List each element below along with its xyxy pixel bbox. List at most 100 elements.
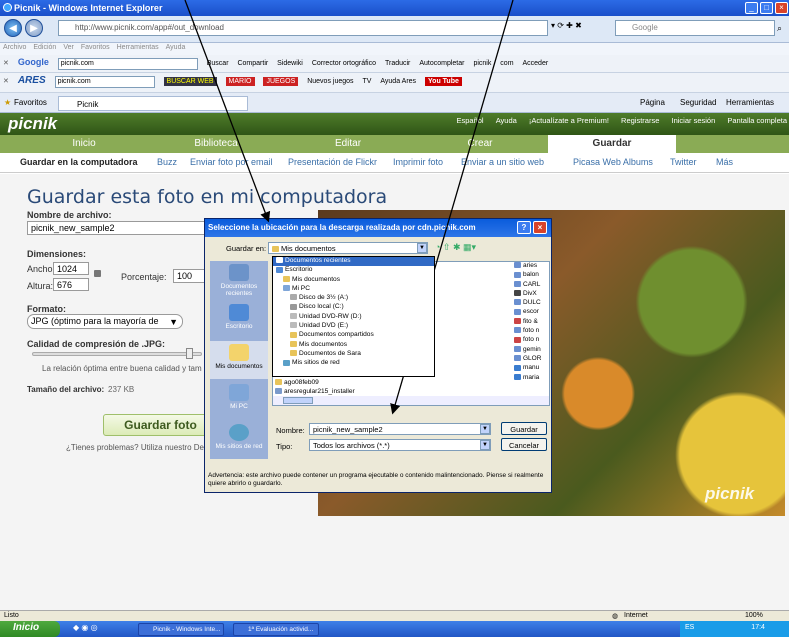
dropdown-item[interactable]: Documentos de Sara: [273, 350, 434, 359]
subtab-twitter[interactable]: Twitter: [670, 157, 697, 167]
ares-juegos[interactable]: JUEGOS: [263, 77, 299, 86]
tab-inicio[interactable]: Inicio: [20, 135, 148, 153]
dialog-save-button[interactable]: Guardar: [501, 422, 547, 435]
file-item[interactable]: DivX: [514, 290, 548, 299]
file-item[interactable]: manu: [514, 364, 548, 373]
menu-favoritos[interactable]: Favoritos: [81, 44, 110, 51]
google-acceder[interactable]: Acceder: [522, 56, 548, 67]
google-sidewiki[interactable]: Sidewiki: [277, 56, 303, 67]
youtube-button[interactable]: You Tube: [425, 77, 462, 86]
help-button[interactable]: ?: [517, 221, 531, 234]
minimize-button[interactable]: _: [745, 2, 758, 14]
file-item[interactable]: DULC: [514, 299, 548, 308]
dropdown-item[interactable]: Mis documentos: [273, 276, 434, 285]
place-mydocs[interactable]: Mis documentos: [210, 341, 268, 379]
file-item[interactable]: balon: [514, 271, 548, 280]
subtab-mas[interactable]: Más: [716, 157, 733, 167]
link-registrarse[interactable]: Registrarse: [621, 116, 659, 125]
ares-tv[interactable]: TV: [362, 74, 371, 85]
link-espanol[interactable]: Español: [456, 116, 483, 125]
dropdown-item[interactable]: Documentos recientes: [273, 257, 434, 267]
save-in-select[interactable]: Mis documentos: [268, 242, 428, 254]
place-desktop[interactable]: Escritorio: [210, 301, 268, 339]
dropdown-item[interactable]: Mi PC: [273, 285, 434, 294]
subtab-picasa[interactable]: Picasa Web Albums: [573, 157, 653, 167]
ares-search-input[interactable]: picnik.com: [54, 76, 155, 88]
name-input[interactable]: picnik_new_sample2: [309, 423, 491, 435]
subtab-email[interactable]: Enviar foto por email: [190, 157, 273, 167]
dropdown-item[interactable]: Escritorio: [273, 266, 434, 275]
lock-icon[interactable]: [94, 270, 101, 277]
horizontal-scrollbar[interactable]: [273, 396, 549, 405]
url-input[interactable]: http://www.picnik.com/app#/out_download: [58, 20, 548, 36]
menu-archivo[interactable]: Archivo: [3, 44, 26, 51]
maximize-button[interactable]: □: [760, 2, 773, 14]
scrollbar-thumb[interactable]: [283, 397, 313, 404]
dropdown-item[interactable]: Disco local (C:): [273, 303, 434, 312]
type-select[interactable]: Todos los archivos (*.*): [309, 439, 491, 451]
close-button[interactable]: ×: [775, 2, 788, 14]
place-network[interactable]: Mis sitios de red: [210, 421, 268, 459]
nav-toolbar-icons[interactable]: ◔ ⇧ ✱ ▦▾: [435, 242, 476, 253]
file-item[interactable]: foto n: [514, 327, 548, 336]
dropdown-item[interactable]: Documentos compartidos: [273, 331, 434, 340]
google-traducir[interactable]: Traducir: [385, 56, 410, 67]
browser-tab[interactable]: Picnik: [58, 96, 248, 111]
google-corrector[interactable]: Corrector ortográfico: [312, 56, 376, 67]
file-item[interactable]: GLOR: [514, 355, 548, 364]
height-input[interactable]: 676: [53, 278, 89, 291]
dialog-close-button[interactable]: ×: [533, 221, 547, 234]
subtab-imprimir[interactable]: Imprimir foto: [393, 157, 443, 167]
dropdown-item[interactable]: Unidad DVD-RW (D:): [273, 313, 434, 322]
link-premium[interactable]: ¡Actualízate a Premium!: [529, 116, 609, 125]
tab-editar[interactable]: Editar: [284, 135, 412, 153]
format-select[interactable]: JPG (óptimo para la mayoría de ▼: [27, 314, 183, 329]
close-toolbar-icon[interactable]: ✕: [3, 55, 9, 67]
dropdown-item[interactable]: Mis documentos: [273, 341, 434, 350]
tab-guardar[interactable]: Guardar: [548, 135, 676, 153]
save-in-dropdown[interactable]: Documentos recientes Escritorio Mis docu…: [272, 256, 435, 377]
tools-seguridad[interactable]: Seguridad: [680, 98, 716, 107]
link-ayuda[interactable]: Ayuda: [496, 116, 517, 125]
quick-launch-icons[interactable]: ◆ ◉ ◎: [73, 623, 98, 632]
subtab-computadora[interactable]: Guardar en la computadora: [20, 157, 138, 167]
file-item[interactable]: CARL: [514, 281, 548, 290]
refresh-stop-icons[interactable]: ▾ ⟳ ✚ ✖: [551, 21, 611, 30]
place-recent[interactable]: Documentos recientes: [210, 261, 268, 299]
place-mypc[interactable]: Mi PC: [210, 381, 268, 419]
ares-nuevos-juegos[interactable]: Nuevos juegos: [307, 74, 353, 85]
menu-ayuda[interactable]: Ayuda: [166, 44, 186, 51]
subtab-buzz[interactable]: Buzz: [157, 157, 177, 167]
file-item[interactable]: maria: [514, 374, 548, 383]
filename-input[interactable]: picnik_new_sample2: [27, 221, 207, 235]
start-button[interactable]: Inicio: [0, 621, 60, 637]
file-item[interactable]: ago08feb09: [275, 379, 319, 386]
tab-crear[interactable]: Crear: [416, 135, 544, 153]
security-zone[interactable]: Internet: [624, 612, 648, 619]
width-input[interactable]: 1024: [53, 262, 89, 275]
dropdown-item[interactable]: Mis sitios de red: [273, 359, 434, 368]
dropdown-item[interactable]: Unidad DVD (E:): [273, 322, 434, 331]
save-photo-button[interactable]: Guardar foto: [103, 414, 218, 436]
file-item[interactable]: aresregular215_installer: [275, 388, 355, 395]
dialog-cancel-button[interactable]: Cancelar: [501, 438, 547, 451]
subtab-flickr[interactable]: Presentación de Flickr: [288, 157, 377, 167]
menu-herramientas[interactable]: Herramientas: [117, 44, 159, 51]
back-button[interactable]: ◀: [4, 19, 22, 37]
tab-biblioteca[interactable]: Biblioteca: [152, 135, 280, 153]
ares-buscar-web[interactable]: BUSCAR WEB: [163, 77, 217, 86]
language-indicator[interactable]: ES: [685, 624, 694, 631]
google-autocompletar[interactable]: Autocompletar: [419, 56, 464, 67]
menu-ver[interactable]: Ver: [63, 44, 74, 51]
quality-slider[interactable]: [32, 352, 202, 356]
dropdown-item[interactable]: Disco de 3½ (A:): [273, 294, 434, 303]
file-item[interactable]: fito &: [514, 318, 548, 327]
file-item[interactable]: escor: [514, 308, 548, 317]
forward-button[interactable]: ▶: [25, 19, 43, 37]
clock[interactable]: 17:4: [751, 624, 765, 631]
tools-herramientas[interactable]: Herramientas: [726, 98, 774, 107]
search-input[interactable]: Google: [615, 20, 775, 36]
menu-edicion[interactable]: Edición: [33, 44, 56, 51]
ares-mario[interactable]: MARIO: [225, 77, 255, 86]
link-iniciar-sesion[interactable]: Iniciar sesión: [672, 116, 716, 125]
